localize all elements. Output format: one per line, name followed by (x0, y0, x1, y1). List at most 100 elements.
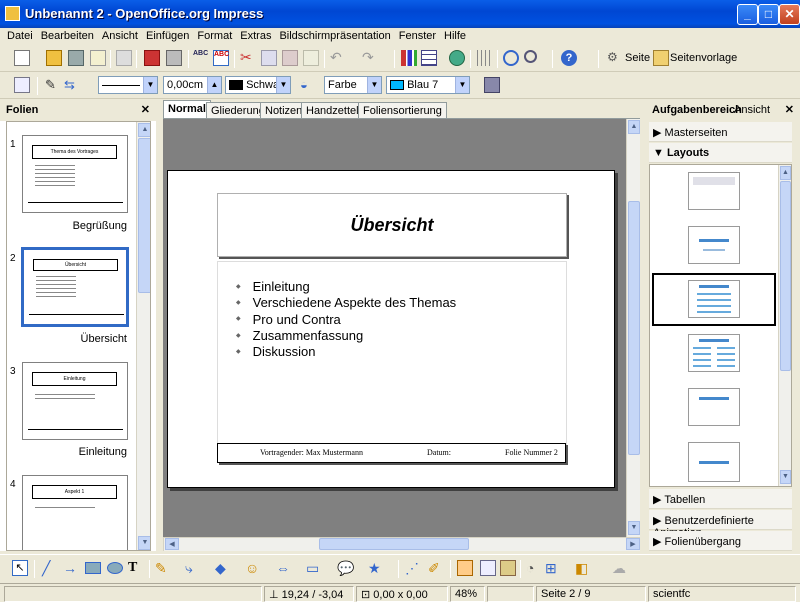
redo-icon[interactable]: ↷ (362, 50, 378, 66)
status-zoom[interactable]: 48% (450, 586, 485, 602)
extrusion-icon[interactable]: ◔ (526, 560, 542, 576)
slides-scrollbar[interactable]: ▲ ▼ (136, 122, 150, 550)
section-slide-transition[interactable]: ▶ Folienübergang (649, 531, 792, 551)
app-icon[interactable] (5, 6, 20, 21)
section-custom-animation[interactable]: ▶ Benutzerdefinierte Animation (649, 510, 792, 539)
scroll-up-icon[interactable]: ▲ (138, 123, 150, 137)
zoom-icon[interactable] (524, 50, 537, 63)
menu-window[interactable]: Fenster (395, 28, 440, 42)
slide-design-label[interactable]: Seitenvorlage (670, 52, 737, 64)
slide-title-box[interactable]: Übersicht (217, 193, 567, 257)
layout-title-content[interactable] (688, 280, 740, 318)
scroll-right-icon[interactable]: ▶ (626, 538, 640, 550)
spellcheck-icon[interactable]: ABC (193, 50, 209, 66)
arrow-style-icon[interactable]: ⇆ (64, 77, 80, 93)
arrow-line-tool-icon[interactable]: → (63, 560, 79, 576)
scrollbar-thumb[interactable] (319, 538, 469, 550)
tab-handout[interactable]: Handzettel (301, 102, 364, 119)
line-width-input[interactable]: 0,00cm ▲ (163, 76, 222, 94)
maximize-button[interactable]: □ (758, 4, 779, 25)
grid-icon[interactable] (477, 50, 493, 66)
connector-tool-icon[interactable]: ⤷ (185, 560, 201, 576)
slide-thumbnail-4[interactable]: Aspekt 1 (22, 475, 128, 550)
copy-icon[interactable] (261, 50, 277, 66)
new-document-icon[interactable] (14, 50, 30, 66)
points-icon[interactable]: ⋰ (405, 560, 421, 576)
slide-thumbnail-2[interactable]: Übersicht (21, 247, 129, 327)
panel-splitter[interactable] (156, 99, 162, 551)
canvas-vertical-scrollbar[interactable]: ▲ ▼ (626, 119, 640, 537)
shadow-icon[interactable] (484, 77, 500, 93)
fontwork-icon[interactable] (457, 560, 473, 576)
line-color-select[interactable]: Schwarz ▼ (225, 76, 291, 94)
task-pane-view-menu[interactable]: Ansicht (734, 104, 770, 116)
close-button[interactable]: ✕ (779, 4, 800, 25)
line-icon[interactable]: ✎ (45, 77, 61, 93)
scrollbar-thumb[interactable] (780, 181, 791, 371)
minimize-button[interactable]: _ (737, 4, 758, 25)
export-pdf-icon[interactable] (144, 50, 160, 66)
layouts-scrollbar[interactable]: ▲ ▼ (778, 165, 791, 486)
line-tool-icon[interactable]: ╱ (42, 560, 58, 576)
layout-centered-text[interactable] (688, 442, 740, 482)
stars-icon[interactable]: ★ (368, 560, 384, 576)
scrollbar-thumb[interactable] (628, 201, 640, 455)
line-style-select[interactable]: ▼ (98, 76, 158, 94)
menu-slideshow[interactable]: Bildschirmpräsentation (275, 28, 394, 42)
scroll-up-icon[interactable]: ▲ (780, 166, 791, 180)
section-tables[interactable]: ▶ Tabellen (649, 489, 792, 509)
open-icon[interactable] (46, 50, 62, 66)
styles-icon[interactable] (14, 77, 30, 93)
ellipse-tool-icon[interactable] (107, 562, 123, 574)
slide-content-box[interactable]: ◆ Einleitung ◆ Verschiedene Aspekte des The… (217, 261, 567, 461)
email-icon[interactable] (90, 50, 106, 66)
slides-panel-close-icon[interactable]: ✕ (141, 103, 150, 116)
print-icon[interactable] (166, 50, 182, 66)
slide-thumbnail-1[interactable]: Thema des Vortrages (22, 135, 128, 213)
menu-tools[interactable]: Extras (236, 28, 275, 42)
help-icon[interactable]: ? (561, 50, 577, 66)
symbol-shapes-icon[interactable]: ☺ (245, 560, 261, 576)
chart-icon[interactable] (401, 50, 417, 66)
table-icon[interactable] (421, 50, 437, 66)
arrange-icon[interactable]: ◧ (575, 560, 591, 576)
tab-slide-sorter[interactable]: Foliensortierung (358, 102, 447, 119)
rectangle-tool-icon[interactable] (85, 562, 101, 574)
section-layouts[interactable]: ▼ Layouts (649, 143, 792, 163)
slide-icon[interactable]: ⚙ (607, 50, 623, 66)
area-style-select[interactable]: Farbe ▼ (324, 76, 382, 94)
from-file-icon[interactable] (480, 560, 496, 576)
block-arrows-icon[interactable]: ⇔ (276, 560, 292, 576)
scrollbar-thumb[interactable] (138, 138, 150, 293)
task-pane-close-icon[interactable]: ✕ (785, 103, 794, 116)
edit-file-icon[interactable] (116, 50, 132, 66)
layout-two-columns[interactable] (688, 334, 740, 372)
menu-view[interactable]: Ansicht (98, 28, 142, 42)
tab-normal[interactable]: Normal (163, 100, 211, 119)
scroll-down-icon[interactable]: ▼ (138, 536, 150, 550)
slide-button-label[interactable]: Seite (625, 52, 650, 64)
curve-tool-icon[interactable]: ✎ (155, 560, 171, 576)
menu-insert[interactable]: Einfügen (142, 28, 193, 42)
layout-title-slide[interactable] (688, 226, 740, 264)
autospellcheck-icon[interactable]: ABC (213, 50, 229, 66)
format-paintbrush-icon[interactable] (303, 50, 319, 66)
layout-title-only[interactable] (688, 388, 740, 426)
layout-blank[interactable] (688, 172, 740, 210)
slide-design-icon[interactable] (653, 50, 669, 66)
select-arrow-icon[interactable]: ↖ (12, 560, 28, 576)
scroll-up-icon[interactable]: ▲ (628, 120, 640, 134)
cut-icon[interactable]: ✂ (240, 50, 256, 66)
navigator-icon[interactable] (503, 50, 519, 66)
hyperlink-icon[interactable] (449, 50, 465, 66)
menu-format[interactable]: Format (193, 28, 236, 42)
effects-icon[interactable]: ☁ (612, 560, 628, 576)
text-tool-icon[interactable]: T (128, 560, 144, 576)
basic-shapes-icon[interactable]: ◆ (215, 560, 231, 576)
scroll-left-icon[interactable]: ◀ (165, 538, 179, 550)
menu-help[interactable]: Hilfe (440, 28, 470, 42)
flowchart-icon[interactable]: ▭ (306, 560, 322, 576)
section-master-pages[interactable]: ▶ Masterseiten (649, 122, 792, 142)
align-icon[interactable]: ⊞ (545, 560, 561, 576)
paste-icon[interactable] (282, 50, 298, 66)
